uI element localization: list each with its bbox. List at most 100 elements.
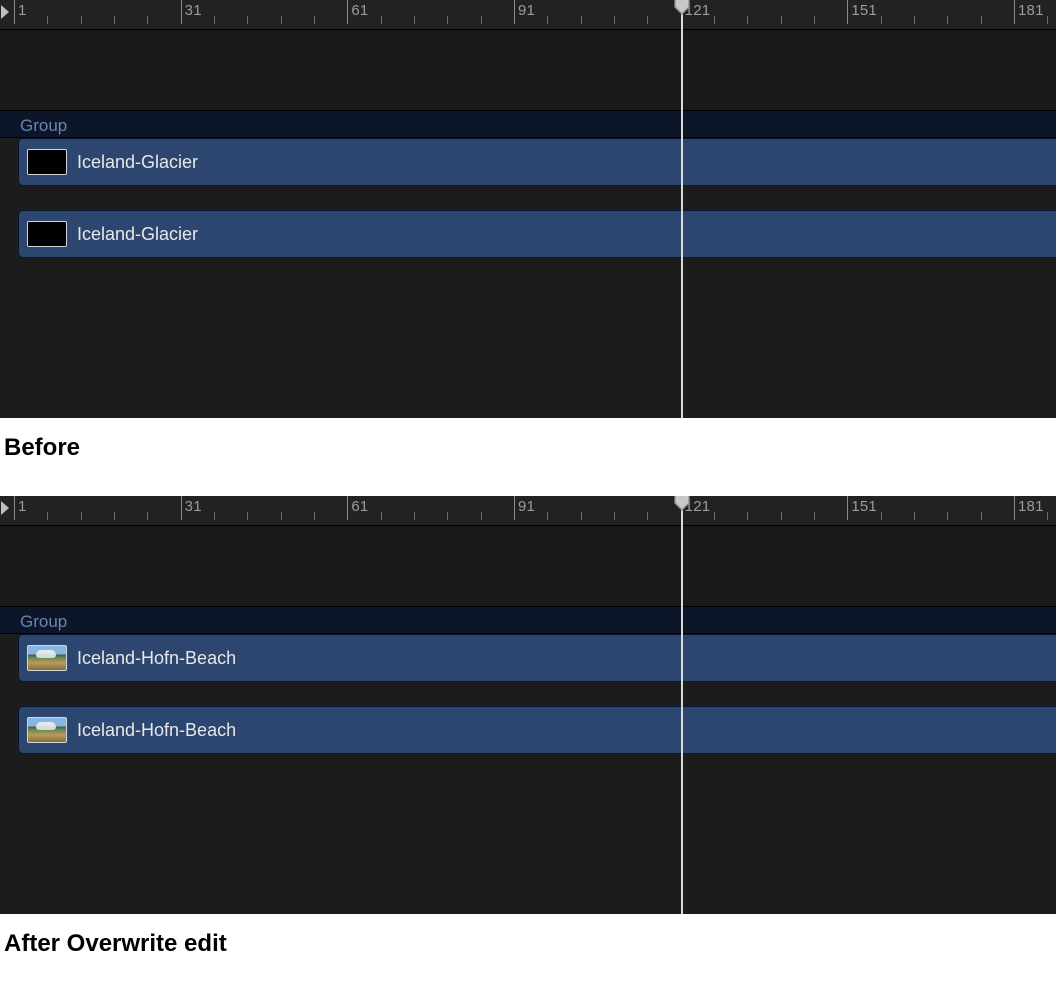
ruler-tick-minor xyxy=(47,16,48,24)
group-label: Group xyxy=(20,116,67,135)
ruler-tick-minor xyxy=(147,512,148,520)
ruler-tick-label: 151 xyxy=(851,498,877,515)
caption-after: After Overwrite edit xyxy=(0,914,1056,992)
ruler-tick-minor xyxy=(47,512,48,520)
ruler-tick-minor xyxy=(81,16,82,24)
playhead[interactable] xyxy=(681,0,683,418)
ruler-tick-minor xyxy=(447,16,448,24)
ruler-tick-minor xyxy=(147,16,148,24)
ruler-tick-label: 61 xyxy=(351,498,368,515)
clip-iceland-glacier-1[interactable]: Iceland-Glacier xyxy=(18,138,1056,186)
ruler-tick-minor xyxy=(381,16,382,24)
ruler-tick-minor xyxy=(214,16,215,24)
clip-label: Iceland-Glacier xyxy=(77,224,198,245)
ruler-tick-label: 181 xyxy=(1018,498,1044,515)
ruler-tick-minor xyxy=(781,16,782,24)
ruler-tick-minor xyxy=(414,512,415,520)
ruler-tick-minor xyxy=(981,512,982,520)
ruler-tick-minor xyxy=(947,16,948,24)
playhead-head-icon[interactable] xyxy=(673,496,691,512)
clip-thumbnail-icon xyxy=(27,717,67,743)
ruler-tick-minor xyxy=(447,512,448,520)
ruler-tick-major xyxy=(14,496,15,520)
ruler-tick-major xyxy=(514,496,515,520)
ruler-tick-minor xyxy=(247,512,248,520)
clip-thumbnail-icon xyxy=(27,645,67,671)
clip-label: Iceland-Hofn-Beach xyxy=(77,720,236,741)
ruler-tick-minor xyxy=(647,512,648,520)
ruler-tick-minor xyxy=(247,16,248,24)
timeline-tracks[interactable]: Group Iceland-Hofn-Beach Iceland-Hofn-Be… xyxy=(0,526,1056,914)
group-label: Group xyxy=(20,612,67,631)
ruler-tick-minor xyxy=(614,512,615,520)
ruler-tick-minor xyxy=(881,16,882,24)
ruler-tick-minor xyxy=(114,512,115,520)
ruler-tick-major xyxy=(181,496,182,520)
ruler-tick-minor xyxy=(381,512,382,520)
ruler-tick-minor xyxy=(314,512,315,520)
ruler-tick-minor xyxy=(914,16,915,24)
start-marker-icon xyxy=(1,501,9,515)
ruler-tick-minor xyxy=(1047,512,1048,520)
ruler-tick-minor xyxy=(914,512,915,520)
clip-iceland-hofn-beach-1[interactable]: Iceland-Hofn-Beach xyxy=(18,634,1056,682)
playhead[interactable] xyxy=(681,496,683,914)
ruler-tick-minor xyxy=(281,16,282,24)
playhead-head-icon[interactable] xyxy=(673,0,691,16)
ruler-tick-label: 151 xyxy=(851,2,877,19)
ruler-tick-minor xyxy=(281,512,282,520)
ruler-tick-label: 31 xyxy=(185,498,202,515)
ruler-tick-minor xyxy=(481,512,482,520)
timeline-tracks[interactable]: Group Iceland-Glacier Iceland-Glacier xyxy=(0,30,1056,418)
ruler-tick-minor xyxy=(781,512,782,520)
ruler-tick-minor xyxy=(947,512,948,520)
clip-iceland-hofn-beach-2[interactable]: Iceland-Hofn-Beach xyxy=(18,706,1056,754)
ruler-tick-minor xyxy=(581,512,582,520)
timeline-ruler[interactable]: 1316191121151181 xyxy=(0,496,1056,526)
ruler-tick-major xyxy=(847,496,848,520)
start-marker-icon xyxy=(1,5,9,19)
ruler-tick-major xyxy=(14,0,15,24)
ruler-tick-label: 91 xyxy=(518,2,535,19)
ruler-tick-label: 181 xyxy=(1018,2,1044,19)
clip-thumbnail-icon xyxy=(27,221,67,247)
ruler-tick-minor xyxy=(647,16,648,24)
timeline-ruler[interactable]: 1316191121151181 xyxy=(0,0,1056,30)
track-spacer xyxy=(0,30,1056,110)
ruler-tick-minor xyxy=(814,512,815,520)
ruler-tick-minor xyxy=(747,512,748,520)
ruler-tick-major xyxy=(1014,0,1015,24)
ruler-tick-major xyxy=(847,0,848,24)
ruler-tick-minor xyxy=(614,16,615,24)
ruler-tick-minor xyxy=(414,16,415,24)
ruler-tick-minor xyxy=(547,512,548,520)
ruler-tick-major xyxy=(514,0,515,24)
ruler-tick-minor xyxy=(114,16,115,24)
group-header[interactable]: Group xyxy=(0,606,1056,634)
track-spacer xyxy=(0,526,1056,606)
ruler-tick-minor xyxy=(881,512,882,520)
ruler-tick-minor xyxy=(581,16,582,24)
clip-label: Iceland-Glacier xyxy=(77,152,198,173)
ruler-tick-minor xyxy=(314,16,315,24)
clip-thumbnail-icon xyxy=(27,149,67,175)
clip-iceland-glacier-2[interactable]: Iceland-Glacier xyxy=(18,210,1056,258)
ruler-tick-minor xyxy=(81,512,82,520)
track-gap xyxy=(0,682,1056,706)
track-gap xyxy=(0,186,1056,210)
timeline-before: 1316191121151181 Group Iceland-Glacier I… xyxy=(0,0,1056,418)
ruler-tick-label: 1 xyxy=(18,498,27,515)
group-header[interactable]: Group xyxy=(0,110,1056,138)
ruler-tick-minor xyxy=(214,512,215,520)
caption-before: Before xyxy=(0,418,1056,496)
timeline-after: 1316191121151181 Group Iceland-Hofn-Beac… xyxy=(0,496,1056,914)
ruler-tick-label: 31 xyxy=(185,2,202,19)
ruler-tick-major xyxy=(181,0,182,24)
ruler-tick-label: 91 xyxy=(518,498,535,515)
ruler-tick-minor xyxy=(981,16,982,24)
ruler-tick-minor xyxy=(814,16,815,24)
clip-label: Iceland-Hofn-Beach xyxy=(77,648,236,669)
ruler-tick-major xyxy=(1014,496,1015,520)
ruler-tick-label: 61 xyxy=(351,2,368,19)
ruler-tick-minor xyxy=(547,16,548,24)
